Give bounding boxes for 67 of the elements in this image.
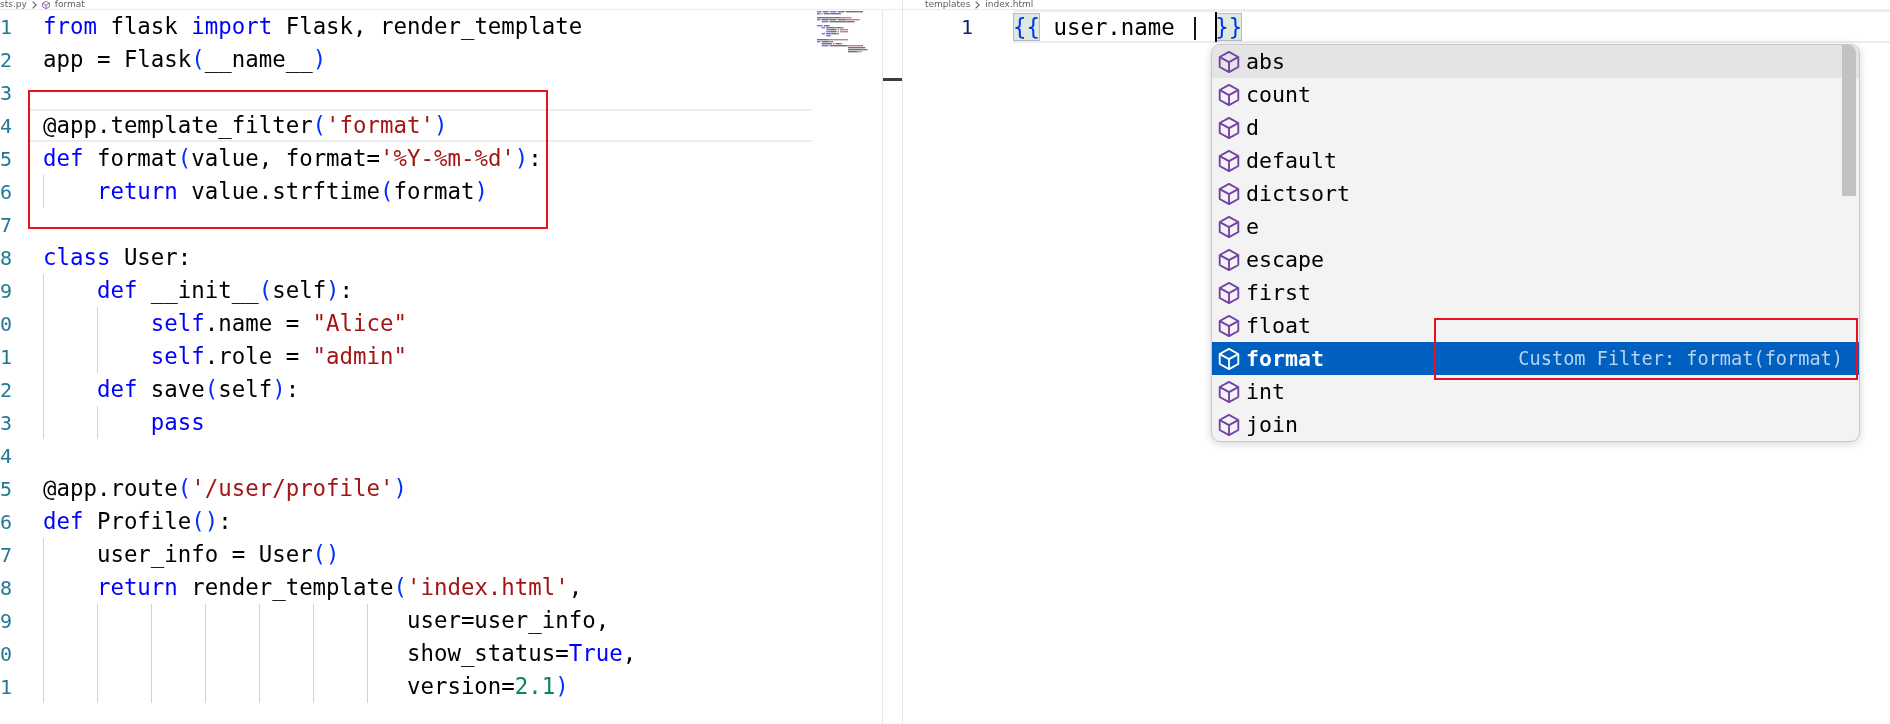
- line-number: 1: [0, 14, 13, 39]
- cube-icon: [1218, 248, 1240, 271]
- cube-icon: [1218, 116, 1240, 139]
- line-number: 5: [0, 146, 13, 171]
- cube-icon: [1218, 149, 1240, 172]
- code-line: def Profile():: [43, 507, 232, 536]
- suggestion-detail: Custom Filter: format(format): [1518, 348, 1843, 369]
- cube-icon: [41, 1, 50, 9]
- line-number: 1: [960, 14, 973, 39]
- scrollbar-thumb[interactable]: [1842, 45, 1856, 196]
- line-number: 1: [0, 344, 13, 369]
- line-number: 3: [0, 410, 13, 435]
- code-line: from flask import Flask, render_template: [43, 12, 583, 42]
- cube-icon: [1218, 314, 1240, 337]
- line-number: 4: [0, 443, 13, 468]
- line-number: 7: [0, 212, 13, 237]
- line-number: 6: [0, 179, 13, 204]
- line-number: 3: [0, 80, 13, 105]
- template-delimiter: }}: [1215, 12, 1243, 41]
- suggestion-item[interactable]: format Custom Filter: format(format): [1212, 342, 1859, 375]
- minimap-drawing[interactable]: [817, 11, 868, 53]
- line-number: 0: [0, 311, 13, 336]
- line-number: 8: [0, 245, 13, 270]
- line-number: 4: [0, 113, 13, 138]
- chevron-right-icon: [31, 1, 37, 9]
- code-line: class User:: [43, 243, 192, 272]
- suggestion-item[interactable]: first: [1212, 276, 1859, 309]
- cube-icon: [1218, 380, 1240, 403]
- cube-icon: [1218, 50, 1240, 73]
- line-number: 8: [0, 575, 13, 600]
- line-number: 5: [0, 476, 13, 501]
- chevron-right-icon: [975, 1, 981, 9]
- cube-icon: [1218, 347, 1240, 370]
- suggestion-item[interactable]: dictsort: [1212, 177, 1859, 210]
- suggestion-item[interactable]: e: [1212, 210, 1859, 243]
- suggestion-item[interactable]: default: [1212, 144, 1859, 177]
- code-line: @app.route('/user/profile'): [43, 474, 407, 503]
- line-number: 9: [0, 608, 13, 633]
- breadcrumb-item[interactable]: sts.py: [0, 0, 27, 9]
- line-number: 2: [0, 47, 13, 72]
- line-number: 1: [0, 674, 13, 699]
- suggestion-item[interactable]: int: [1212, 375, 1859, 408]
- suggestion-item[interactable]: count: [1212, 78, 1859, 111]
- code-line: app = Flask(__name__): [43, 45, 327, 75]
- breadcrumb-item[interactable]: format: [54, 0, 85, 9]
- line-number: 9: [0, 278, 13, 303]
- suggestion-item[interactable]: join: [1212, 408, 1859, 441]
- suggestion-item[interactable]: d: [1212, 111, 1859, 144]
- suggestion-item[interactable]: escape: [1212, 243, 1859, 276]
- cube-icon: [1218, 281, 1240, 304]
- template-delimiter: {{: [1013, 12, 1040, 41]
- code-text: user.name |: [1052, 12, 1203, 41]
- breadcrumb-item[interactable]: templates: [925, 0, 971, 9]
- line-number: 6: [0, 509, 13, 534]
- cursor-position-marker: [883, 78, 902, 81]
- suggestion-item[interactable]: abs: [1212, 45, 1859, 78]
- suggestion-item[interactable]: float: [1212, 309, 1859, 342]
- line-number: 2: [0, 377, 13, 402]
- code-line: def format(value, format='%Y-%m-%d'):: [43, 144, 542, 173]
- cube-icon: [1218, 413, 1240, 436]
- cube-icon: [1218, 83, 1240, 106]
- line-number: 7: [0, 542, 13, 567]
- cube-icon: [1218, 215, 1240, 238]
- cube-icon: [1218, 182, 1240, 205]
- code-line: @app.template_filter('format'): [43, 111, 448, 141]
- line-number: 0: [0, 641, 13, 666]
- breadcrumb-item[interactable]: index.html: [985, 0, 1034, 9]
